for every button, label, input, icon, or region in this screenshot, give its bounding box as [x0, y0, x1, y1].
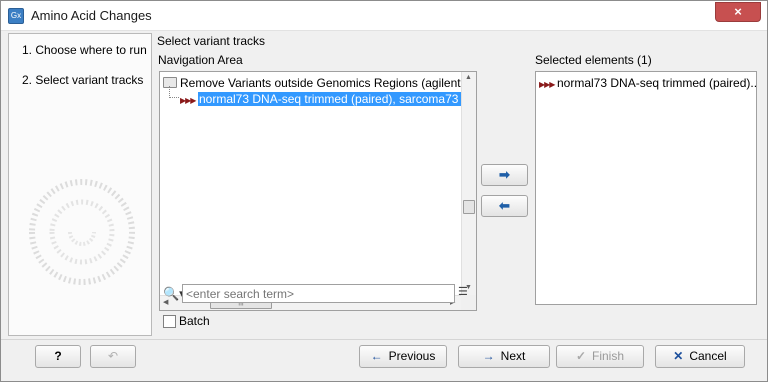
- variant-track-icon: ▶▶▶: [180, 96, 196, 105]
- tree-folder-item[interactable]: Remove Variants outside Genomics Regions…: [163, 76, 477, 90]
- next-button-label: Next: [500, 349, 526, 363]
- check-icon: ✓: [575, 349, 587, 363]
- arrow-right-icon: →: [482, 349, 495, 363]
- steps-panel: 1. Choose where to run 2. Select variant…: [8, 33, 152, 336]
- cancel-button-label: Cancel: [689, 349, 727, 363]
- selected-item-label: normal73 DNA-seq trimmed (paired)...: [557, 76, 757, 90]
- remove-from-selected-button[interactable]: ⬅: [481, 195, 528, 217]
- vertical-scrollbar[interactable]: ▲ ▼: [461, 72, 476, 296]
- cancel-button[interactable]: ✕ Cancel: [655, 345, 745, 368]
- scroll-up-icon[interactable]: ▲: [465, 74, 472, 81]
- batch-checkbox[interactable]: [163, 315, 176, 328]
- tree-folder-label: Remove Variants outside Genomics Regions…: [180, 76, 477, 90]
- next-button[interactable]: → Next: [458, 345, 550, 368]
- tree-connector: [169, 86, 179, 98]
- search-input[interactable]: [182, 284, 455, 303]
- finish-button[interactable]: ✓ Finish: [556, 345, 644, 368]
- filter-menu-icon[interactable]: ☰: [458, 285, 468, 298]
- close-icon: ✕: [673, 349, 684, 363]
- help-button[interactable]: ?: [35, 345, 81, 368]
- step-select-variant-tracks[interactable]: 2. Select variant tracks: [22, 73, 143, 87]
- tree-track-item[interactable]: ▶▶▶ normal73 DNA-seq trimmed (paired), sa…: [180, 92, 476, 106]
- batch-label: Batch: [179, 314, 210, 328]
- app-icon: Gx: [8, 8, 24, 24]
- step-choose-where-to-run[interactable]: 1. Choose where to run: [22, 43, 147, 57]
- previous-button[interactable]: ← Previous: [359, 345, 447, 368]
- footer-divider: [1, 339, 767, 340]
- arrow-left-icon: ←: [370, 349, 383, 363]
- dialog-window: Gx Amino Acid Changes × 1. Choose where …: [0, 0, 768, 382]
- navigation-area-label: Navigation Area: [158, 53, 243, 67]
- add-to-selected-button[interactable]: ➡: [481, 164, 528, 186]
- window-title: Amino Acid Changes: [31, 8, 152, 23]
- navigation-tree[interactable]: Remove Variants outside Genomics Regions…: [159, 71, 477, 311]
- reset-button[interactable]: ↶: [90, 345, 136, 368]
- list-item[interactable]: ▶▶▶ normal73 DNA-seq trimmed (paired)...: [539, 76, 757, 90]
- section-title: Select variant tracks: [157, 34, 266, 48]
- decorative-spiral-logo: [29, 179, 136, 285]
- tree-track-label: normal73 DNA-seq trimmed (paired), sarco…: [198, 92, 476, 106]
- selected-elements-list[interactable]: ▶▶▶ normal73 DNA-seq trimmed (paired)...: [535, 71, 757, 305]
- previous-button-label: Previous: [388, 349, 436, 363]
- close-window-button[interactable]: ×: [715, 2, 761, 22]
- selected-elements-label: Selected elements (1): [535, 53, 652, 67]
- title-bar: Gx Amino Acid Changes ×: [1, 1, 767, 31]
- finish-button-label: Finish: [592, 349, 625, 363]
- variant-track-icon: ▶▶▶: [539, 80, 555, 89]
- content-panel: Select variant tracks Navigation Area Se…: [153, 33, 763, 336]
- vertical-scroll-thumb[interactable]: [463, 200, 475, 214]
